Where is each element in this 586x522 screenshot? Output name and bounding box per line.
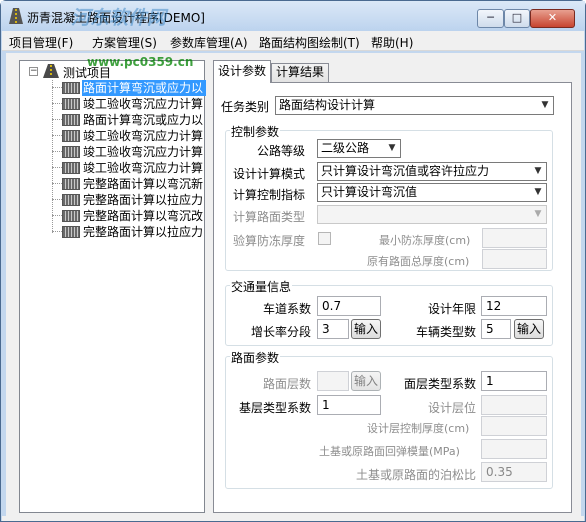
project-road-icon [43,64,59,78]
control-params-title: 控制参数 [230,123,281,140]
scheme-icon [62,226,80,238]
dropdown-arrow-icon: ▼ [541,100,549,110]
min-frost-label: 最小防冻厚度(cm) [379,234,471,247]
road-grade-select[interactable]: 二级公路 ▼ [317,139,401,158]
tab-results[interactable]: 计算结果 [271,63,329,82]
orig-thickness-label: 原有路面总厚度(cm) [367,255,470,268]
scheme-icon [62,130,80,142]
growth-seg-label: 增长率分段 [251,325,312,339]
menu-plan[interactable]: 方案管理(S) [92,34,157,51]
app-road-icon [9,8,23,24]
design-layer-label: 设计层位 [428,401,477,415]
vehicle-types-input-button[interactable]: 输入 [514,319,544,339]
pavement-title: 路面参数 [230,349,281,366]
modulus-label: 土基或原路面回弹模量(MPa) [319,445,460,458]
growth-seg-input[interactable]: 3 [317,319,349,339]
vehicle-types-label: 车辆类型数 [416,325,477,339]
base-type-input[interactable]: 1 [317,395,381,415]
tree-collapse-icon[interactable]: − [29,67,38,76]
maximize-button[interactable]: □ [504,9,530,28]
pavement-type-select[interactable]: ▼ [317,205,547,224]
pavement-type-label: 计算路面类型 [233,210,306,224]
dropdown-arrow-icon: ▼ [388,143,396,153]
design-layer-thk-label: 设计层控制厚度(cm) [367,422,470,435]
vehicle-types-input[interactable]: 5 [481,319,511,339]
design-years-input[interactable]: 12 [481,296,547,316]
base-type-label: 基层类型系数 [239,401,312,415]
growth-seg-input-button[interactable]: 输入 [351,319,381,339]
layers-label: 路面层数 [263,377,312,391]
poisson-input[interactable]: 0.35 [481,462,547,482]
scheme-icon [62,114,80,126]
layers-input[interactable] [317,371,349,391]
frost-check-label: 验算防冻厚度 [233,234,306,248]
title-bar[interactable]: 沥青混凝土路面设计程序[DEMO] 河东软件网 ─ □ ✕ [1,1,585,31]
frost-check-checkbox[interactable] [318,232,331,245]
scheme-icon [62,98,80,110]
modulus-input[interactable] [481,439,547,459]
design-layer-thk-input[interactable] [481,416,547,436]
road-grade-label: 公路等级 [257,144,306,158]
menu-bar: 项目管理(F) 方案管理(S) 参数库管理(A) 路面结构图绘制(T) 帮助(H… [2,31,584,51]
menu-help[interactable]: 帮助(H) [371,34,413,51]
menu-project[interactable]: 项目管理(F) [9,34,73,51]
surface-type-label: 面层类型系数 [404,377,477,391]
scheme-icon [62,162,80,174]
dropdown-arrow-icon: ▼ [534,187,542,197]
surface-type-input[interactable]: 1 [481,371,547,391]
control-index-label: 计算控制指标 [233,188,306,202]
design-mode-label: 设计计算模式 [233,167,306,181]
scheme-icon [62,210,80,222]
watermark-url: www.pc0359.cn [87,55,194,69]
lane-coef-label: 车道系数 [263,302,312,316]
dropdown-arrow-icon: ▼ [534,209,542,219]
traffic-title: 交通量信息 [230,278,293,295]
close-button[interactable]: ✕ [530,9,575,28]
dropdown-arrow-icon: ▼ [534,166,542,176]
task-category-select[interactable]: 路面结构设计计算 ▼ [275,96,554,115]
design-mode-select[interactable]: 只计算设计弯沉值或容许拉应力 ▼ [317,162,547,181]
menu-structure-drawing[interactable]: 路面结构图绘制(T) [259,34,360,51]
scheme-icon [62,194,80,206]
tab-design-params[interactable]: 设计参数 [213,60,271,83]
window-bottom-border [2,516,584,521]
task-category-label: 任务类别 [221,100,270,114]
scheme-icon [62,146,80,158]
layers-input-button[interactable]: 输入 [351,371,381,391]
control-index-select[interactable]: 只计算设计弯沉值 ▼ [317,183,547,202]
orig-thickness-input[interactable] [482,249,547,269]
design-years-label: 设计年限 [428,302,477,316]
watermark-text: 河东软件网 [71,7,167,29]
main-window: 沥青混凝土路面设计程序[DEMO] 河东软件网 ─ □ ✕ 项目管理(F) 方案… [0,0,586,522]
menu-param-library[interactable]: 参数库管理(A) [170,34,248,51]
scheme-icon [62,82,80,94]
scheme-icon [62,178,80,190]
poisson-label: 土基或原路面的泊松比 [356,468,477,482]
lane-coef-input[interactable]: 0.7 [317,296,381,316]
minimize-button[interactable]: ─ [477,9,504,28]
design-layer-input[interactable] [481,395,547,415]
min-frost-input[interactable] [482,228,547,248]
